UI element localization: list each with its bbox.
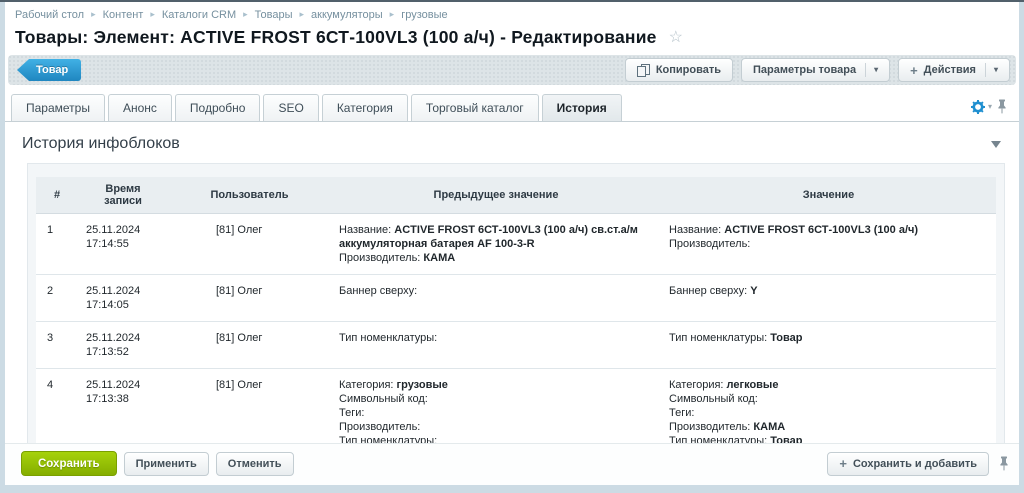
- breadcrumb: Рабочий стол ▸ Контент ▸ Каталоги CRM ▸ Товары…: [5, 2, 1019, 21]
- pin-icon[interactable]: [997, 99, 1007, 114]
- tab-tools: ▾: [971, 99, 1013, 121]
- cell-new-value: Тип номенклатуры: Товар: [661, 322, 996, 369]
- breadcrumb-item[interactable]: аккумуляторы: [311, 9, 383, 21]
- cell-record-time: 25.11.202417:14:55: [78, 214, 168, 275]
- copy-button[interactable]: Копировать: [625, 58, 733, 82]
- table-row: 225.11.202417:14:05[81] ОлегБаннер сверх…: [36, 275, 996, 322]
- breadcrumb-separator-icon: ▸: [150, 9, 155, 19]
- history-table-body: 125.11.202417:14:55[81] ОлегНазвание: AC…: [36, 214, 996, 444]
- save-button[interactable]: Сохранить: [21, 451, 117, 476]
- cell-row-number: 4: [36, 369, 78, 444]
- cell-new-value: Категория: легковыеСимвольный код:Теги:П…: [661, 369, 996, 444]
- table-header-row: # Время записи Пользователь Предыдущее з…: [36, 177, 996, 214]
- cell-record-time: 25.11.202417:13:52: [78, 322, 168, 369]
- col-new-value: Значение: [661, 177, 996, 214]
- plus-icon: +: [910, 64, 918, 77]
- chevron-down-icon: ▾: [985, 63, 998, 77]
- table-row: 325.11.202417:13:52[81] ОлегТип номенкла…: [36, 322, 996, 369]
- toolbar: Товар Копировать Параметры товара ▾ + Де…: [8, 55, 1016, 85]
- actions-label: Действия: [924, 64, 976, 76]
- page-title: Товары: Элемент: ACTIVE FROST 6СТ-100VL3…: [15, 27, 657, 48]
- col-record-time: Время записи: [78, 177, 168, 214]
- chevron-down-icon[interactable]: [991, 141, 1001, 153]
- cell-previous-value: Тип номенклатуры:: [331, 322, 661, 369]
- section-header: История инфоблоков: [5, 122, 1019, 161]
- cell-new-value: Баннер сверху: Y: [661, 275, 996, 322]
- cell-previous-value: Баннер сверху:: [331, 275, 661, 322]
- tab-seo[interactable]: SEO: [263, 94, 318, 121]
- main-frame: Рабочий стол ▸ Контент ▸ Каталоги CRM ▸ Товары…: [5, 2, 1019, 485]
- cell-record-time: 25.11.202417:13:38: [78, 369, 168, 444]
- save-button-label: Сохранить: [38, 458, 100, 470]
- table-row: 125.11.202417:14:55[81] ОлегНазвание: AC…: [36, 214, 996, 275]
- back-button-label: Товар: [36, 64, 68, 76]
- cancel-button-label: Отменить: [228, 458, 282, 470]
- cell-user: [81] Олег: [168, 214, 331, 275]
- cell-row-number: 2: [36, 275, 78, 322]
- footer-right: + Сохранить и добавить: [827, 452, 1009, 476]
- cell-previous-value: Категория: грузовыеСимвольный код:Теги:П…: [331, 369, 661, 444]
- cell-user: [81] Олег: [168, 322, 331, 369]
- favorite-star-icon[interactable]: ☆: [669, 30, 683, 46]
- plus-icon: +: [839, 457, 847, 470]
- save-and-add-label: Сохранить и добавить: [853, 458, 977, 470]
- tab-history[interactable]: История: [542, 94, 622, 121]
- cell-previous-value: Название: ACTIVE FROST 6СТ-100VL3 (100 а…: [331, 214, 661, 275]
- section-title: История инфоблоков: [22, 135, 180, 153]
- content-panel: История инфоблоков # Время записи Пользо…: [5, 122, 1019, 443]
- copy-button-label: Копировать: [656, 64, 721, 76]
- chevron-down-icon: ▾: [865, 63, 878, 77]
- product-params-button[interactable]: Параметры товара ▾: [741, 58, 890, 82]
- cell-user: [81] Олег: [168, 369, 331, 444]
- settings-gear-button[interactable]: ▾: [971, 100, 992, 114]
- cell-record-time: 25.11.202417:14:05: [78, 275, 168, 322]
- back-to-product-button[interactable]: Товар: [17, 59, 81, 81]
- page: Рабочий стол ▸ Контент ▸ Каталоги CRM ▸ Товары…: [0, 0, 1024, 493]
- chevron-down-icon: ▾: [988, 102, 992, 111]
- breadcrumb-separator-icon: ▸: [91, 9, 96, 19]
- title-row: Товары: Элемент: ACTIVE FROST 6СТ-100VL3…: [5, 21, 1019, 50]
- toolbar-right: Копировать Параметры товара ▾ + Действия…: [625, 58, 1010, 82]
- tab-detail[interactable]: Подробно: [175, 94, 261, 121]
- col-number: #: [36, 177, 78, 214]
- col-user: Пользователь: [168, 177, 331, 214]
- apply-button[interactable]: Применить: [124, 452, 209, 476]
- breadcrumb-item[interactable]: грузовые: [401, 9, 447, 21]
- footer-action-bar: Сохранить Применить Отменить + Сохранить…: [5, 443, 1019, 485]
- tab-category[interactable]: Категория: [322, 94, 408, 121]
- breadcrumb-item[interactable]: Товары: [255, 9, 293, 21]
- col-previous-value: Предыдущее значение: [331, 177, 661, 214]
- tabs: ПараметрыАнонсПодробноSEOКатегорияТоргов…: [11, 94, 625, 121]
- cell-row-number: 3: [36, 322, 78, 369]
- tab-bar: ПараметрыАнонсПодробноSEOКатегорияТоргов…: [5, 94, 1019, 122]
- save-and-add-button[interactable]: + Сохранить и добавить: [827, 452, 989, 476]
- table-row: 425.11.202417:13:38[81] ОлегКатегория: г…: [36, 369, 996, 444]
- breadcrumb-separator-icon: ▸: [243, 9, 248, 19]
- breadcrumb-item[interactable]: Рабочий стол: [15, 9, 84, 21]
- actions-button[interactable]: + Действия ▾: [898, 58, 1010, 82]
- pin-icon[interactable]: [999, 456, 1009, 471]
- cell-user: [81] Олег: [168, 275, 331, 322]
- apply-button-label: Применить: [136, 458, 197, 470]
- copy-icon: [637, 64, 650, 77]
- gear-icon: [971, 100, 985, 114]
- breadcrumb-separator-icon: ▸: [300, 9, 305, 19]
- breadcrumb-separator-icon: ▸: [390, 9, 395, 19]
- history-table: # Время записи Пользователь Предыдущее з…: [27, 163, 1005, 443]
- cell-new-value: Название: ACTIVE FROST 6СТ-100VL3 (100 а…: [661, 214, 996, 275]
- product-params-label: Параметры товара: [753, 64, 856, 76]
- tab-trade-catalog[interactable]: Торговый каталог: [411, 94, 539, 121]
- cell-row-number: 1: [36, 214, 78, 275]
- breadcrumb-item[interactable]: Каталоги CRM: [162, 9, 236, 21]
- cancel-button[interactable]: Отменить: [216, 452, 294, 476]
- tab-parameters[interactable]: Параметры: [11, 94, 105, 121]
- breadcrumb-item[interactable]: Контент: [103, 9, 144, 21]
- tab-announce[interactable]: Анонс: [108, 94, 172, 121]
